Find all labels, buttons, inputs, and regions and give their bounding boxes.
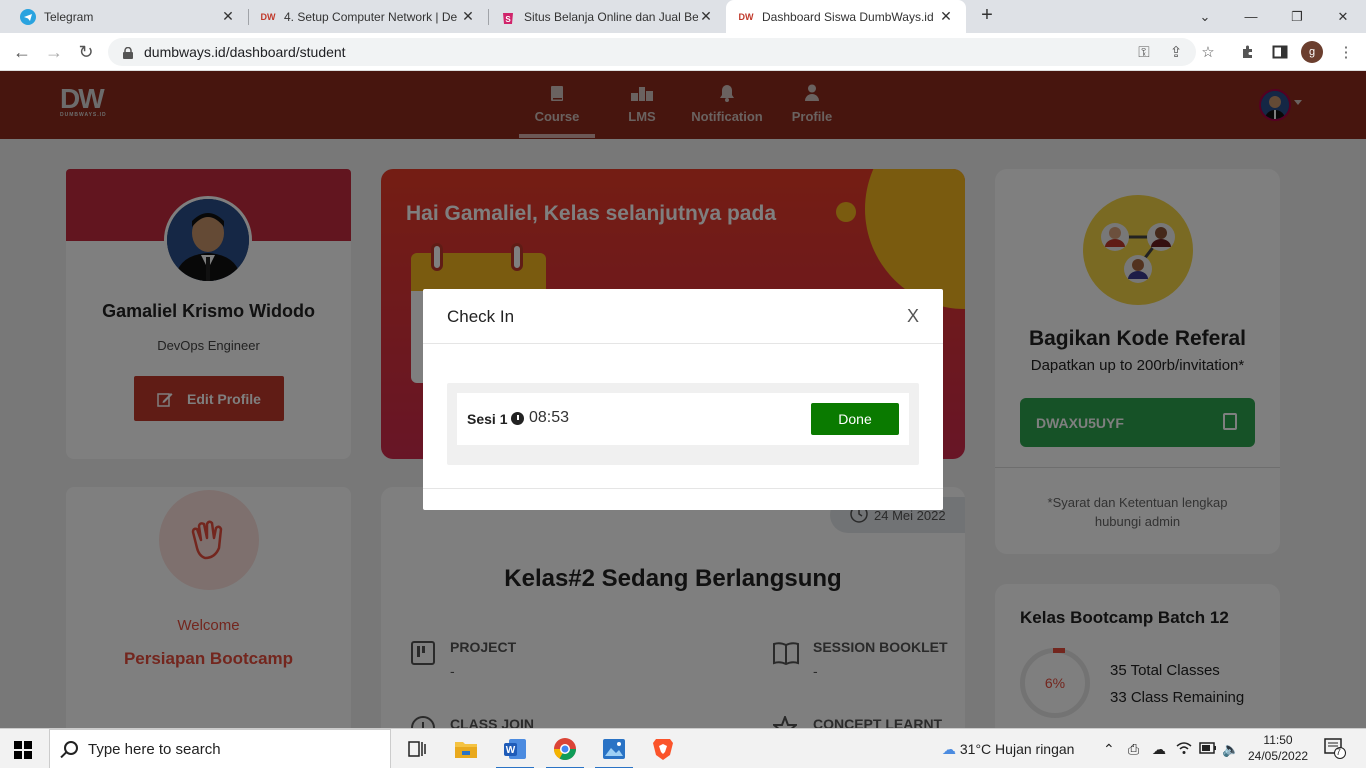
lock-icon <box>122 46 134 59</box>
close-icon[interactable]: ✕ <box>938 8 954 25</box>
battery-icon[interactable] <box>1199 741 1217 757</box>
tab-title: Situs Belanja Online dan Jual Beli <box>524 9 698 24</box>
minimize-button[interactable]: — <box>1228 0 1274 33</box>
reload-icon[interactable]: ↻ <box>74 40 98 64</box>
task-view-icon[interactable] <box>402 734 432 764</box>
svg-text:W: W <box>506 745 516 756</box>
onedrive-cloud-icon[interactable]: ☁ <box>1152 741 1166 758</box>
close-icon[interactable]: ✕ <box>460 8 476 25</box>
extensions-puzzle-icon[interactable] <box>1238 42 1258 62</box>
back-arrow-icon[interactable]: ← <box>10 40 34 64</box>
weather-text: 31°C Hujan ringan <box>959 741 1075 757</box>
dumbways-favicon-icon: DW <box>738 11 754 22</box>
meet-now-icon[interactable]: ⎙ <box>1128 741 1139 758</box>
session-label: Sesi 1 <box>467 411 508 427</box>
system-clock[interactable]: 11:50 24/05/2022 <box>1248 732 1308 764</box>
clock-time: 11:50 <box>1263 733 1293 747</box>
browser-toolbar: ← → ↻ dumbways.id/dashboard/student ⚿ ⇪ … <box>0 33 1366 71</box>
word-icon[interactable]: W <box>496 734 534 768</box>
notification-count: 7 <box>1336 747 1342 757</box>
modal-title: Check In <box>447 307 515 326</box>
tab-title: Dashboard Siswa DumbWays.id | <box>762 9 938 24</box>
tab-title: Telegram <box>44 9 94 24</box>
taskbar-search-input[interactable]: Type here to search <box>49 729 391 768</box>
modal-body: Sesi 1 08:53 Done <box>447 383 919 465</box>
modal-header: Check In X <box>423 289 943 344</box>
volume-icon[interactable]: 🔈 <box>1222 741 1239 758</box>
shopee-icon: S <box>500 9 516 25</box>
new-tab-button[interactable]: + <box>976 4 998 28</box>
browser-profile-avatar[interactable]: g <box>1301 41 1323 63</box>
weather-widget[interactable]: ☁ 31°C Hujan ringan <box>942 741 1074 758</box>
url-text: dumbways.id/dashboard/student <box>144 44 346 60</box>
brave-icon[interactable] <box>648 734 678 764</box>
windows-taskbar: Type here to search W ☁ 31°C Hujan ringa… <box>0 728 1366 768</box>
bookmark-star-icon[interactable]: ☆ <box>1198 42 1218 62</box>
check-in-modal: Check In X Sesi 1 08:53 Done <box>423 289 943 510</box>
browser-tab-shopee[interactable]: S Situs Belanja Online dan Jual Beli ✕ <box>488 0 726 33</box>
photos-icon[interactable] <box>595 734 633 768</box>
browser-tab-telegram[interactable]: Telegram ✕ <box>8 0 248 33</box>
side-panel-icon[interactable] <box>1270 42 1290 62</box>
key-icon[interactable]: ⚿ <box>1134 42 1154 62</box>
file-explorer-icon[interactable] <box>451 734 481 764</box>
tab-search-button[interactable]: ⌄ <box>1182 0 1228 33</box>
tab-title: 4. Setup Computer Network | De <box>284 9 458 24</box>
browser-tab-setup-network[interactable]: DW 4. Setup Computer Network | De ✕ <box>248 0 488 33</box>
session-time: 08:53 <box>529 409 570 426</box>
session-row: Sesi 1 08:53 Done <box>457 393 909 445</box>
chrome-icon[interactable] <box>546 734 584 768</box>
restore-button[interactable]: ❐ <box>1274 0 1320 33</box>
windows-start-icon[interactable] <box>14 741 32 759</box>
forward-arrow-icon[interactable]: → <box>42 40 66 64</box>
share-icon[interactable]: ⇪ <box>1166 42 1186 62</box>
kebab-menu-icon[interactable]: ⋮ <box>1336 42 1356 62</box>
search-icon <box>64 741 78 755</box>
chevron-up-icon[interactable]: ⌃ <box>1103 741 1115 758</box>
weather-rain-icon: ☁ <box>942 741 956 757</box>
clock-date: 24/05/2022 <box>1248 749 1309 763</box>
close-window-button[interactable]: ✕ <box>1320 0 1366 33</box>
modal-footer-divider <box>423 488 943 489</box>
dumbways-favicon-icon: DW <box>260 11 276 22</box>
clock-icon <box>511 412 524 425</box>
svg-text:S: S <box>505 15 511 24</box>
telegram-icon <box>20 8 36 25</box>
close-icon[interactable]: X <box>903 306 923 326</box>
browser-tab-dashboard[interactable]: DW Dashboard Siswa DumbWays.id | ✕ <box>726 0 966 33</box>
address-bar[interactable]: dumbways.id/dashboard/student <box>108 38 1196 66</box>
done-button[interactable]: Done <box>811 403 899 435</box>
browser-tab-strip: Telegram ✕ DW 4. Setup Computer Network … <box>0 0 1366 33</box>
wifi-icon[interactable] <box>1176 741 1192 758</box>
search-placeholder: Type here to search <box>88 740 221 758</box>
close-icon[interactable]: ✕ <box>698 8 714 25</box>
close-icon[interactable]: ✕ <box>220 8 236 25</box>
notification-center-icon[interactable]: 7 <box>1324 737 1346 762</box>
